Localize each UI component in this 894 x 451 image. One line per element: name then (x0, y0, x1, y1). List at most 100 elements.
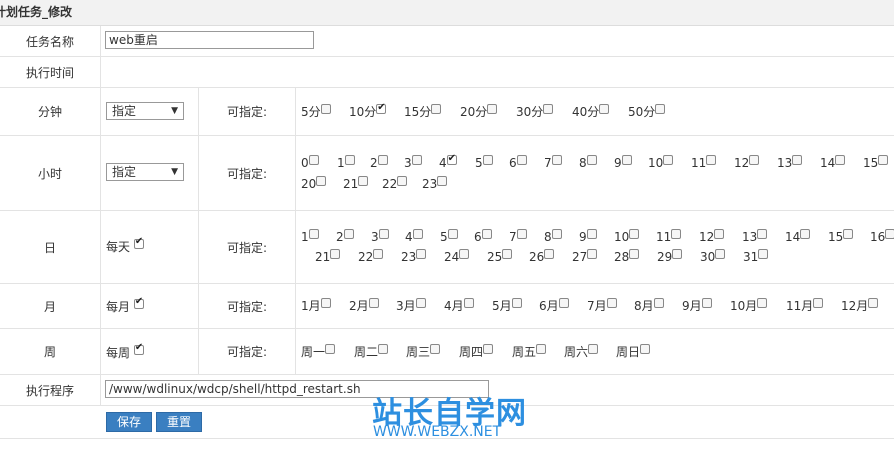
option-item[interactable]: 13 (777, 155, 803, 170)
checkbox-icon[interactable] (588, 344, 599, 354)
option-item[interactable]: 周六 (564, 344, 599, 359)
option-item[interactable]: 8 (544, 229, 562, 244)
reset-button[interactable]: 重置 (156, 412, 202, 432)
option-item[interactable]: 9 (579, 229, 597, 244)
option-item[interactable]: 31 (743, 249, 769, 264)
checkbox-icon[interactable] (378, 229, 389, 239)
checkbox-icon[interactable] (843, 229, 854, 239)
checkbox-icon[interactable] (586, 155, 597, 165)
checkbox-icon[interactable] (378, 344, 389, 354)
option-item[interactable]: 4 (405, 229, 423, 244)
checkbox-icon[interactable] (416, 249, 427, 259)
option-item[interactable]: 5 (440, 229, 458, 244)
option-item[interactable]: 13 (742, 229, 768, 244)
checkbox-icon[interactable] (133, 296, 144, 309)
option-item[interactable]: 8月 (634, 298, 664, 313)
option-item[interactable]: 9 (614, 155, 632, 170)
checkbox-icon[interactable] (706, 155, 717, 165)
minute-select[interactable]: 指定 ▼ (106, 102, 184, 120)
option-item[interactable]: 7月 (587, 298, 617, 313)
checkbox-icon[interactable] (543, 104, 554, 114)
checkbox-icon[interactable] (792, 155, 803, 165)
option-item[interactable]: 6月 (539, 298, 569, 313)
option-item[interactable]: 10 (648, 155, 674, 170)
option-item[interactable]: 3月 (396, 298, 426, 313)
option-item[interactable]: 周五 (512, 344, 547, 359)
option-item[interactable]: 1 (337, 155, 355, 170)
checkbox-icon[interactable] (800, 229, 811, 239)
checkbox-icon[interactable] (308, 229, 319, 239)
option-item[interactable]: 21 (315, 249, 341, 264)
checkbox-icon[interactable] (358, 176, 369, 186)
checkbox-icon[interactable] (544, 249, 555, 259)
checkbox-icon[interactable] (516, 229, 527, 239)
option-item[interactable]: 11月 (786, 298, 824, 313)
checkbox-icon[interactable] (878, 155, 889, 165)
checkbox-icon[interactable] (621, 155, 632, 165)
checkbox-icon[interactable] (502, 249, 513, 259)
checkbox-icon[interactable] (397, 176, 408, 186)
checkbox-icon[interactable] (672, 249, 683, 259)
option-item[interactable]: 6 (474, 229, 492, 244)
checkbox-icon[interactable] (749, 155, 760, 165)
option-item[interactable]: 28 (614, 249, 640, 264)
option-item[interactable]: 周日 (616, 344, 651, 359)
checkbox-icon[interactable] (587, 249, 598, 259)
task-name-input[interactable]: web重启 (105, 31, 314, 49)
option-item[interactable]: 周三 (406, 344, 441, 359)
option-item[interactable]: 12 (734, 155, 760, 170)
checkbox-icon[interactable] (133, 236, 144, 249)
checkbox-icon[interactable] (868, 298, 879, 308)
checkbox-icon[interactable] (320, 298, 331, 308)
checkbox-icon[interactable] (511, 298, 522, 308)
checkbox-icon[interactable] (431, 104, 442, 114)
checkbox-icon[interactable] (629, 249, 640, 259)
option-item[interactable]: 12月 (841, 298, 879, 313)
option-item[interactable]: 周四 (459, 344, 494, 359)
every-month-checkbox[interactable]: 每月 (106, 296, 144, 315)
checkbox-icon[interactable] (885, 229, 894, 239)
checkbox-icon[interactable] (640, 344, 651, 354)
option-item[interactable]: 14 (785, 229, 811, 244)
option-item[interactable]: 21 (343, 176, 369, 191)
option-item[interactable]: 40分 (572, 104, 610, 119)
option-item[interactable]: 50分 (628, 104, 666, 119)
checkbox-icon[interactable] (835, 155, 846, 165)
option-item[interactable]: 3 (371, 229, 389, 244)
option-item[interactable]: 2 (370, 155, 388, 170)
checkbox-icon[interactable] (813, 298, 824, 308)
option-item[interactable]: 15 (828, 229, 854, 244)
checkbox-icon[interactable] (714, 229, 725, 239)
option-item[interactable]: 22 (358, 249, 384, 264)
every-day-checkbox[interactable]: 每天 (106, 236, 144, 255)
option-item[interactable]: 14 (820, 155, 846, 170)
option-item[interactable]: 15 (863, 155, 889, 170)
checkbox-icon[interactable] (758, 249, 769, 259)
option-item[interactable]: 5 (475, 155, 493, 170)
option-item[interactable]: 12 (699, 229, 725, 244)
option-item[interactable]: 2 (336, 229, 354, 244)
checkbox-icon[interactable] (133, 342, 144, 355)
checkbox-icon[interactable] (558, 298, 569, 308)
checkbox-icon[interactable] (482, 155, 493, 165)
checkbox-icon[interactable] (653, 298, 664, 308)
option-item[interactable]: 10 (614, 229, 640, 244)
option-item[interactable]: 7 (509, 229, 527, 244)
checkbox-icon[interactable] (463, 298, 474, 308)
checkbox-icon[interactable] (412, 229, 423, 239)
option-item[interactable]: 15分 (404, 104, 442, 119)
checkbox-icon[interactable] (368, 298, 379, 308)
option-item[interactable]: 24 (444, 249, 470, 264)
checkbox-icon[interactable] (487, 104, 498, 114)
checkbox-icon[interactable] (373, 249, 384, 259)
option-item[interactable]: 10月 (730, 298, 768, 313)
save-button[interactable]: 保存 (106, 412, 152, 432)
checkbox-icon[interactable] (516, 155, 527, 165)
checkbox-icon[interactable] (316, 176, 327, 186)
checkbox-icon[interactable] (459, 249, 470, 259)
option-item[interactable]: 9月 (682, 298, 712, 313)
checkbox-icon[interactable] (325, 344, 336, 354)
option-item[interactable]: 22 (382, 176, 408, 191)
checkbox-icon[interactable] (701, 298, 712, 308)
checkbox-icon[interactable] (376, 101, 387, 115)
